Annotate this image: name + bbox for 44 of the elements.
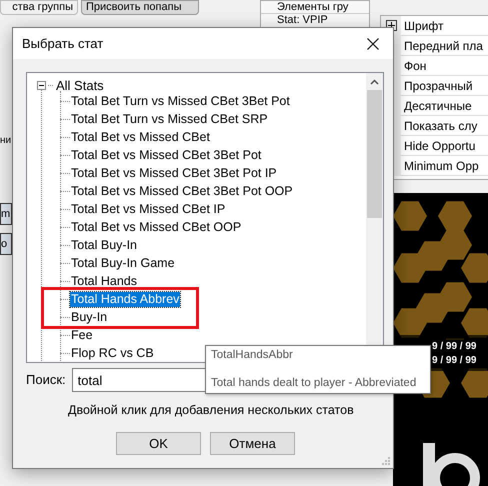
search-label: Поиск: [26, 371, 66, 390]
close-icon [367, 38, 379, 50]
hint-text: Двойной клик для добавления нескольких статов [68, 402, 354, 419]
property-label[interactable]: Десятичные [401, 96, 472, 114]
scroll-up-icon[interactable] [370, 79, 379, 85]
stat-values: 9 / 99 / 99 [432, 354, 476, 368]
resize-grip-icon[interactable] [381, 456, 391, 466]
property-label[interactable]: Показать слу [401, 116, 478, 134]
tree-item[interactable]: Total Bet vs Missed CBet 3Bet Pot OOP [70, 184, 294, 198]
tree-item[interactable]: Total Bet vs Missed CBet [70, 130, 211, 144]
text-fragment: m [0, 203, 12, 225]
property-label[interactable]: Фон [401, 56, 426, 74]
tree-item[interactable]: Total Buy-In [70, 238, 138, 252]
tree-item[interactable]: Total Hands [70, 274, 138, 288]
tree-item[interactable]: Buy-In [70, 310, 108, 324]
tree-item[interactable]: Total Buy-In Game [70, 256, 176, 270]
tree-item[interactable]: Total Hands Abbrev [70, 292, 180, 306]
panel-header: Элементы гру [261, 1, 369, 14]
tab[interactable]: Присвоить попапы [81, 0, 199, 15]
tree-item[interactable]: Total Bet vs Missed CBet 3Bet Pot [70, 148, 262, 162]
tree-item[interactable]: Total Bet vs Missed CBet 3Bet Pot IP [70, 166, 278, 180]
list-item[interactable]: Stat: VPIP [261, 14, 369, 27]
tree-item[interactable]: Total Bet Turn vs Missed CBet SRP [70, 112, 269, 126]
tree-item[interactable]: Total Bet vs Missed CBet OOP [70, 220, 242, 234]
tab[interactable]: ства группы [0, 0, 78, 15]
dialog-button[interactable]: Отмена [210, 432, 295, 455]
text-fragment: o [0, 233, 12, 255]
tree-item[interactable]: Fee [70, 328, 94, 342]
text-fragment: ни [0, 134, 12, 148]
dialog-button[interactable]: OK [116, 432, 201, 455]
tree-item[interactable]: Flop RC vs CB [70, 346, 155, 360]
property-label[interactable]: Minimum Opp [401, 156, 479, 174]
window-title: Выбрать стат [22, 34, 104, 53]
scroll-thumb[interactable] [367, 90, 382, 218]
stat-values: 9 / 99 / 99 [432, 340, 476, 354]
property-label[interactable]: Hide Opportu [401, 136, 476, 154]
property-label[interactable]: Прозрачный [401, 76, 473, 94]
tree-item[interactable]: Total Bet vs Missed CBet IP [70, 202, 226, 216]
tooltip-title: TotalHandsAbbr [211, 348, 294, 363]
collapse-icon[interactable] [37, 81, 46, 90]
property-label[interactable]: Шрифт [401, 16, 444, 34]
property-label[interactable]: Передний пла [401, 36, 483, 54]
tree-item[interactable]: All Stats [56, 76, 104, 96]
tree-item[interactable]: Total Bet Turn vs Missed CBet 3Bet Pot [70, 94, 291, 108]
